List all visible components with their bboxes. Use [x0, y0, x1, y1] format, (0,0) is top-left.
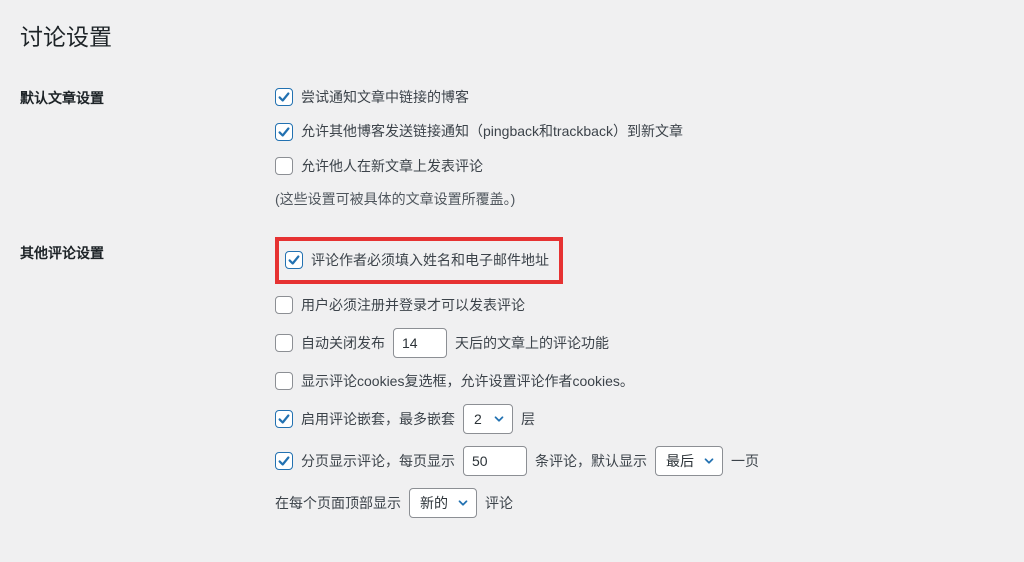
section-heading-other-comments: 其他评论设置: [20, 235, 275, 544]
page-title: 讨论设置: [20, 18, 1004, 52]
select-comment-order[interactable]: 新的: [409, 488, 477, 518]
label-nested-before[interactable]: 启用评论嵌套，最多嵌套: [301, 408, 455, 430]
select-paginate-default-page-value: 最后: [666, 450, 694, 472]
select-nested-levels-value: 2: [474, 408, 482, 430]
chevron-down-icon: [702, 454, 716, 468]
label-paginate-before[interactable]: 分页显示评论，每页显示: [301, 450, 455, 472]
checkbox-require-name-email[interactable]: [285, 251, 303, 269]
label-paginate-mid: 条评论，默认显示: [535, 450, 647, 472]
label-auto-close-after: 天后的文章上的评论功能: [455, 332, 609, 354]
input-auto-close-days[interactable]: [393, 328, 447, 358]
select-paginate-default-page[interactable]: 最后: [655, 446, 723, 476]
checkbox-show-cookies[interactable]: [275, 372, 293, 390]
label-paginate-after: 一页: [731, 450, 759, 472]
label-order-after: 评论: [485, 492, 513, 514]
row-require-name-email: 评论作者必须填入姓名和电子邮件地址: [275, 237, 563, 283]
checkbox-allow-pingback[interactable]: [275, 123, 293, 141]
label-require-name-email[interactable]: 评论作者必须填入姓名和电子邮件地址: [311, 249, 549, 271]
label-allow-pingback[interactable]: 允许其他博客发送链接通知（pingback和trackback）到新文章: [301, 120, 683, 142]
checkbox-notify-links[interactable]: [275, 88, 293, 106]
checkbox-nested[interactable]: [275, 410, 293, 428]
input-paginate-perpage[interactable]: [463, 446, 527, 476]
checkbox-allow-comments[interactable]: [275, 157, 293, 175]
checkbox-must-register[interactable]: [275, 296, 293, 314]
label-nested-after: 层: [521, 408, 535, 430]
select-comment-order-value: 新的: [420, 492, 448, 514]
default-article-note: (这些设置可被具体的文章设置所覆盖。): [275, 183, 1004, 215]
label-allow-comments[interactable]: 允许他人在新文章上发表评论: [301, 155, 483, 177]
checkbox-paginate[interactable]: [275, 452, 293, 470]
label-must-register[interactable]: 用户必须注册并登录才可以发表评论: [301, 294, 525, 316]
chevron-down-icon: [492, 412, 506, 426]
chevron-down-icon: [456, 496, 470, 510]
label-show-cookies[interactable]: 显示评论cookies复选框，允许设置评论作者cookies。: [301, 370, 634, 392]
section-heading-default-article: 默认文章设置: [20, 80, 275, 235]
label-auto-close-before[interactable]: 自动关闭发布: [301, 332, 385, 354]
checkbox-auto-close[interactable]: [275, 334, 293, 352]
select-nested-levels[interactable]: 2: [463, 404, 513, 434]
label-order-before: 在每个页面顶部显示: [275, 492, 401, 514]
label-notify-links[interactable]: 尝试通知文章中链接的博客: [301, 86, 469, 108]
settings-form: 默认文章设置 尝试通知文章中链接的博客 允许其他博客发送链接通知（pingbac…: [20, 80, 1004, 544]
